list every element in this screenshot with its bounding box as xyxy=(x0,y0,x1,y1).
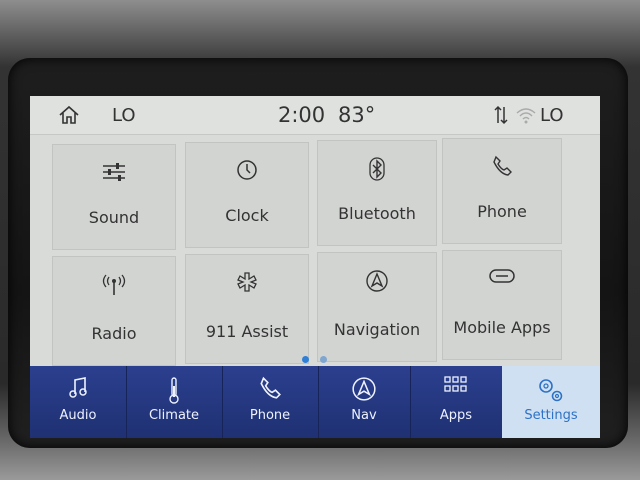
home-icon[interactable] xyxy=(58,105,80,125)
antenna-icon xyxy=(102,274,126,295)
nav-climate[interactable]: Climate xyxy=(126,366,223,438)
apps-grid-icon xyxy=(444,376,467,392)
page-dot-1[interactable] xyxy=(302,356,309,363)
tile-label: Bluetooth xyxy=(338,204,416,223)
page-indicator[interactable] xyxy=(302,348,333,367)
status-bar: LO 2:00 83° LO xyxy=(30,96,600,135)
clock-time: 2:00 xyxy=(278,103,326,127)
tile-clock[interactable]: Clock xyxy=(185,142,309,248)
asterisk-icon xyxy=(237,272,257,292)
nav-label: Settings xyxy=(524,408,578,423)
tile-label: Phone xyxy=(477,202,527,221)
sync-arrows-icon xyxy=(494,105,508,125)
wifi-icon xyxy=(516,108,536,124)
nav-label: Climate xyxy=(148,408,200,423)
phone-icon xyxy=(260,376,281,399)
nav-nav[interactable]: Nav xyxy=(318,366,411,438)
tile-label: Radio xyxy=(91,324,137,343)
right-climate-level: LO xyxy=(540,105,564,126)
nav-settings[interactable]: Settings xyxy=(502,366,600,438)
nav-label: Phone xyxy=(249,408,291,423)
nav-apps[interactable]: Apps xyxy=(410,366,503,438)
gears-icon xyxy=(539,379,563,402)
navigation-icon xyxy=(352,377,376,401)
nav-audio[interactable]: Audio xyxy=(30,366,127,438)
infotainment-screen: LO 2:00 83° LO Sound Clock Bluetooth Pho… xyxy=(30,96,600,438)
sliders-icon xyxy=(103,163,125,181)
thermometer-icon xyxy=(169,377,179,404)
bottom-nav: Audio Climate Phone Nav Apps Settings xyxy=(30,366,600,438)
tile-label: Mobile Apps xyxy=(453,318,551,337)
left-climate-level: LO xyxy=(112,105,136,126)
page-dot-2[interactable] xyxy=(320,356,328,363)
nav-label: Nav xyxy=(351,408,377,423)
tile-bluetooth[interactable]: Bluetooth xyxy=(317,140,437,246)
navigation-icon xyxy=(366,270,388,292)
tile-label: 911 Assist xyxy=(205,322,289,341)
tile-phone[interactable]: Phone xyxy=(442,138,562,244)
phone-icon xyxy=(493,155,512,176)
mobile-apps-icon xyxy=(489,269,515,283)
tile-label: Navigation xyxy=(333,320,421,339)
nav-label: Apps xyxy=(439,408,473,423)
tile-sound[interactable]: Sound xyxy=(52,144,176,250)
tile-label: Clock xyxy=(225,206,269,225)
nav-label: Audio xyxy=(59,408,97,423)
tile-911-assist[interactable]: 911 Assist xyxy=(185,254,309,364)
tile-mobile-apps[interactable]: Mobile Apps xyxy=(442,250,562,360)
music-note-icon xyxy=(69,377,87,398)
clock-icon xyxy=(237,160,257,180)
tile-label: Sound xyxy=(88,208,140,227)
bluetooth-icon xyxy=(369,157,385,181)
tile-navigation[interactable]: Navigation xyxy=(317,252,437,362)
tile-radio[interactable]: Radio xyxy=(52,256,176,366)
outside-temperature: 83° xyxy=(338,103,376,127)
nav-phone[interactable]: Phone xyxy=(222,366,319,438)
